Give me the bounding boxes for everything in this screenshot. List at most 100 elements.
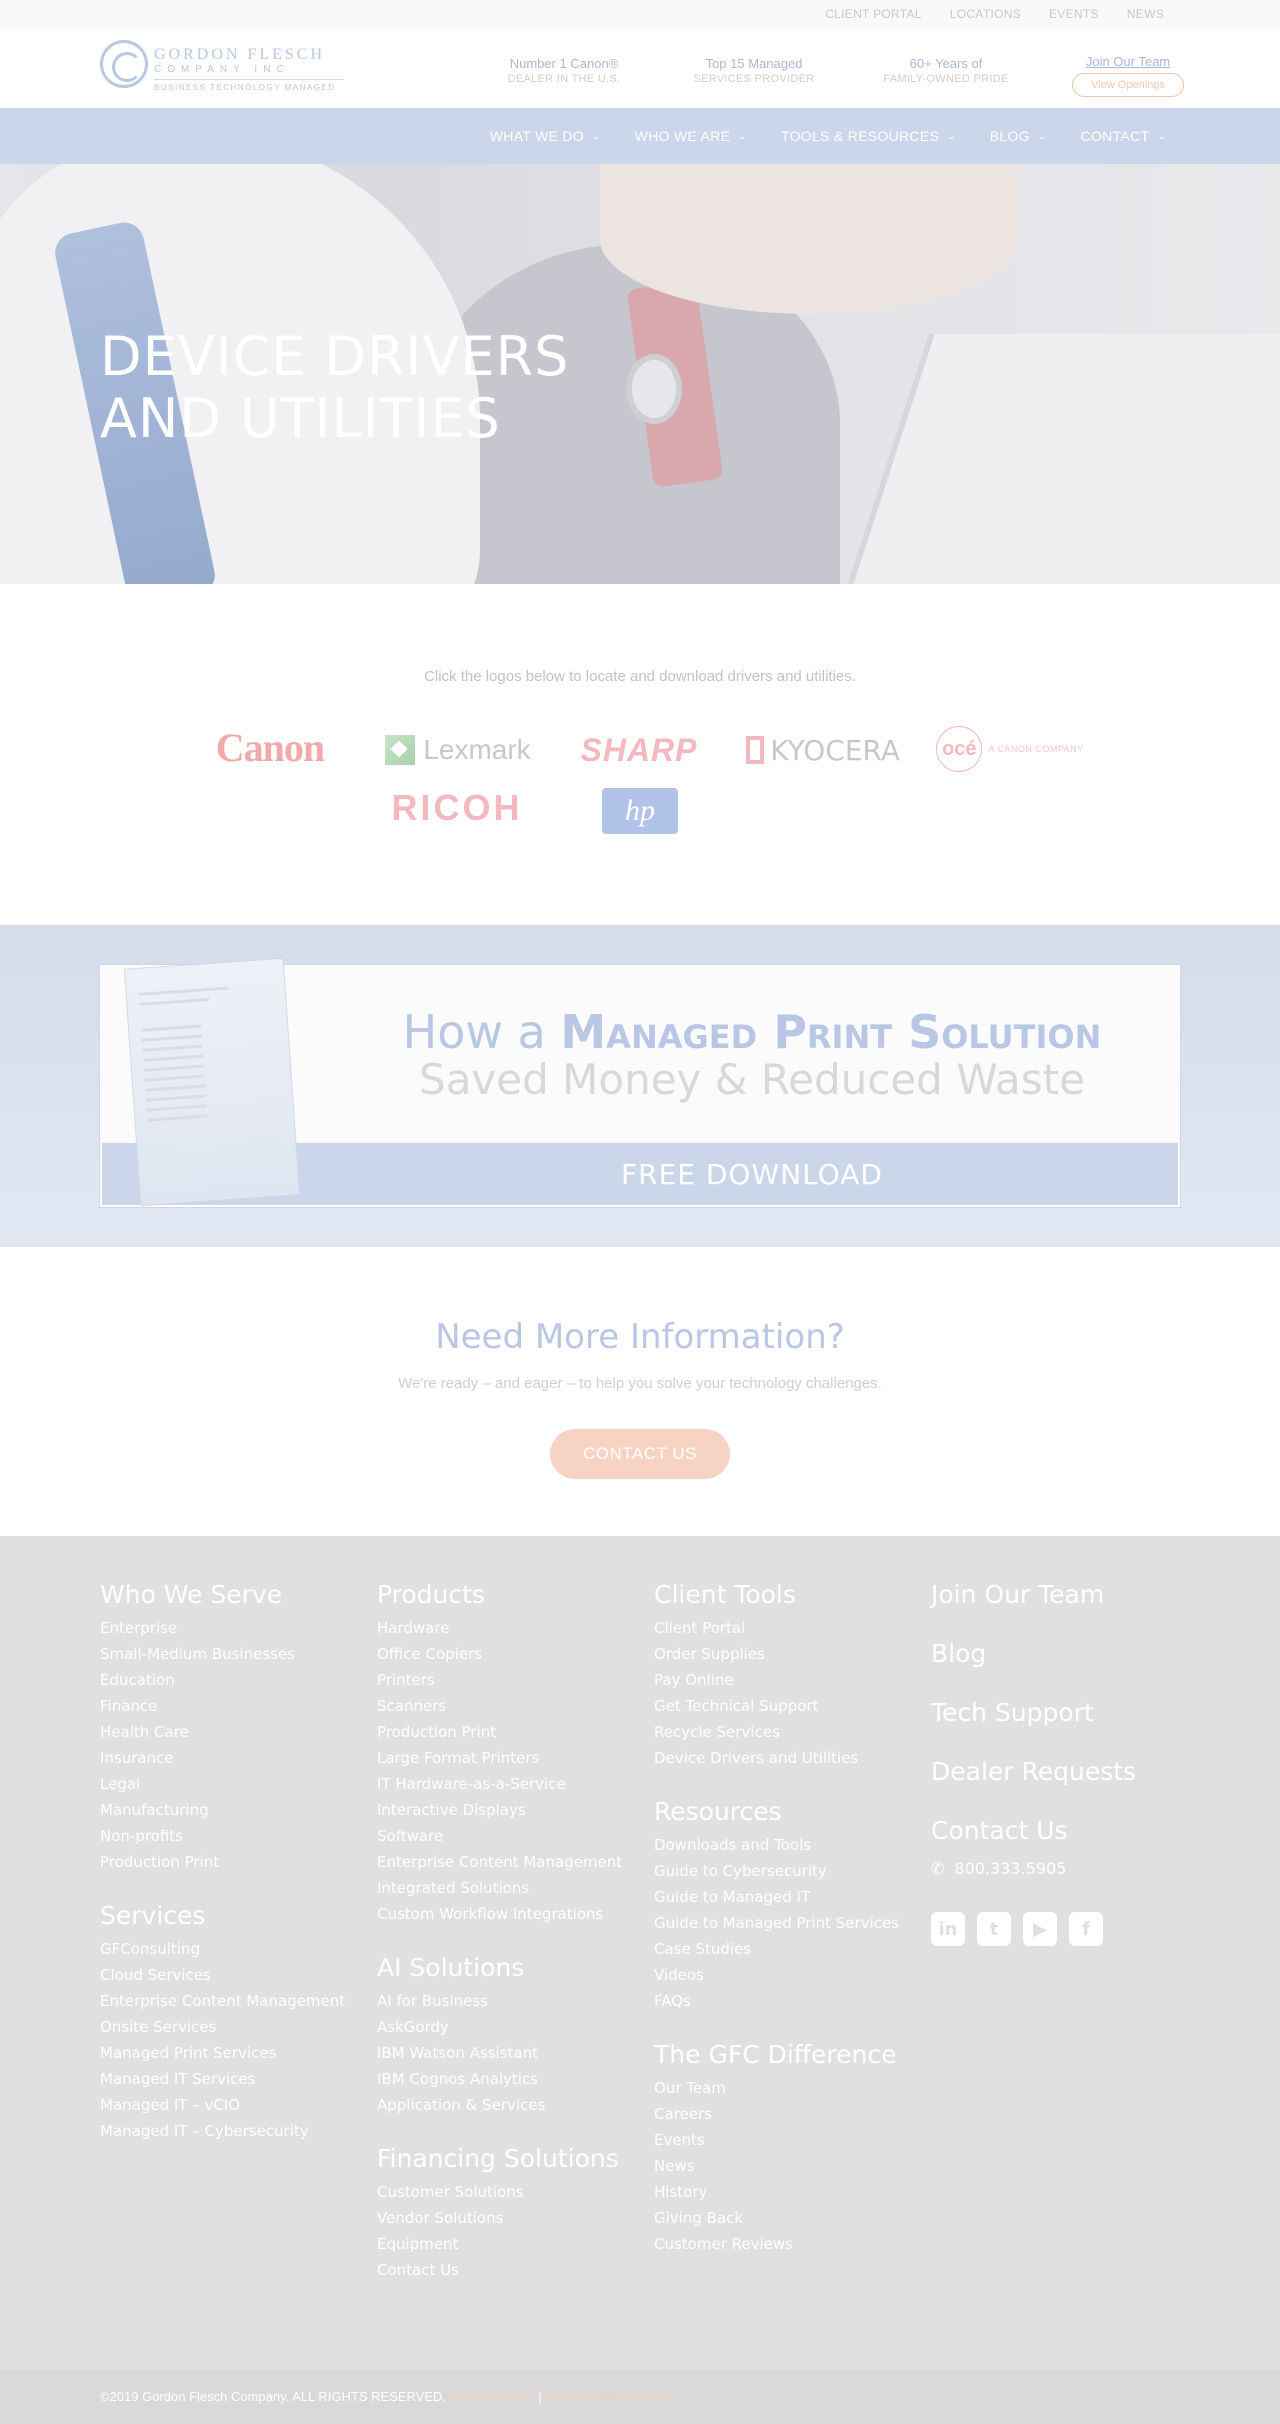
footer-link[interactable]: Managed Print Services [100, 2040, 370, 2066]
footer-link[interactable]: History [654, 2179, 924, 2205]
footer-link[interactable]: AI for Business [377, 1988, 647, 2014]
footer-link[interactable]: Small-Medium Businesses [100, 1641, 370, 1667]
view-openings-button[interactable]: View Openings [1072, 73, 1184, 97]
footer-link[interactable]: Device Drivers and Utilities [654, 1745, 924, 1771]
footer-link[interactable]: Production Print [100, 1849, 370, 1875]
footer-link[interactable]: Videos [654, 1962, 924, 1988]
utility-link-news[interactable]: NEWS [1127, 7, 1164, 21]
footer-heading-ai-solutions[interactable]: AI Solutions [377, 1953, 647, 1982]
footer-link[interactable]: Production Print [377, 1719, 647, 1745]
footer-link[interactable]: Integrated Solutions [377, 1875, 647, 1901]
footer-link[interactable]: Legal [100, 1771, 370, 1797]
nav-tools-resources[interactable]: TOOLS & RESOURCES ⌄ [781, 128, 956, 144]
footer-link[interactable]: Education [100, 1667, 370, 1693]
footer-link[interactable]: Enterprise [100, 1615, 370, 1641]
footer-link[interactable]: News [654, 2153, 924, 2179]
ricoh-logo-link[interactable]: RICOH [376, 784, 538, 832]
footer-link[interactable]: Pay Online [654, 1667, 924, 1693]
footer-link[interactable]: Finance [100, 1693, 370, 1719]
footer-link[interactable]: FAQs [654, 1988, 924, 2014]
footer-link[interactable]: Recycle Services [654, 1719, 924, 1745]
footer-link[interactable]: Application & Services [377, 2092, 647, 2118]
footer-link[interactable]: IT Hardware-as-a-Service [377, 1771, 647, 1797]
footer-heading-gfc-difference[interactable]: The GFC Difference [654, 2040, 924, 2069]
footer-link[interactable]: Office Copiers [377, 1641, 647, 1667]
footer-link[interactable]: Customer Reviews [654, 2231, 924, 2257]
linkedin-icon[interactable]: in [931, 1912, 965, 1946]
facebook-icon[interactable]: f [1069, 1912, 1103, 1946]
footer-link[interactable]: Our Team [654, 2075, 924, 2101]
footer-link[interactable]: Printers [377, 1667, 647, 1693]
footer-heading-contact-us[interactable]: Contact Us [931, 1816, 1191, 1845]
footer-link[interactable]: IBM Cognos Analytics [377, 2066, 647, 2092]
footer-link[interactable]: Guide to Cybersecurity [654, 1858, 924, 1884]
footer-link[interactable]: IBM Watson Assistant [377, 2040, 647, 2066]
footer-heading-services[interactable]: Services [100, 1901, 370, 1930]
lexmark-logo-link[interactable]: Lexmark [378, 730, 538, 770]
footer-link[interactable]: Onsite Services [100, 2014, 370, 2040]
footer-link[interactable]: Vendor Solutions [377, 2205, 647, 2231]
footer-link-join-our-team[interactable]: Join Our Team [931, 1580, 1191, 1609]
terms-link[interactable]: Terms and Conditions [545, 2389, 671, 2404]
footer-link-tech-support[interactable]: Tech Support [931, 1698, 1191, 1727]
footer-link[interactable]: Events [654, 2127, 924, 2153]
canon-logo-link[interactable]: Canon [190, 724, 350, 770]
footer-heading-products[interactable]: Products [377, 1580, 647, 1609]
contact-us-button[interactable]: CONTACT US [550, 1429, 730, 1479]
footer-link-blog[interactable]: Blog [931, 1639, 1191, 1668]
footer-link[interactable]: AskGordy [377, 2014, 647, 2040]
footer-link[interactable]: Enterprise Content Management [100, 1988, 370, 2014]
oce-logo-link[interactable]: océ A CANON COMPANY [930, 724, 1090, 774]
footer-link[interactable]: Careers [654, 2101, 924, 2127]
footer-link[interactable]: Hardware [377, 1615, 647, 1641]
utility-link-client-portal[interactable]: CLIENT PORTAL [825, 7, 922, 21]
mps-promo-card[interactable]: How a Managed Print Solution Saved Money… [100, 957, 1182, 1207]
footer-heading-financing[interactable]: Financing Solutions [377, 2144, 647, 2173]
footer-link[interactable]: Health Care [100, 1719, 370, 1745]
footer-link[interactable]: Managed IT – vCIO [100, 2092, 370, 2118]
sharp-logo-link[interactable]: SHARP [564, 730, 714, 770]
footer-link[interactable]: Guide to Managed Print Services [654, 1910, 924, 1936]
footer-link[interactable]: Non-profits [100, 1823, 370, 1849]
footer-link[interactable]: Order Supplies [654, 1641, 924, 1667]
footer-link[interactable]: Enterprise Content Management [377, 1849, 647, 1875]
footer-link[interactable]: Manufacturing [100, 1797, 370, 1823]
footer-link[interactable]: Interactive Displays [377, 1797, 647, 1823]
footer-link[interactable]: Managed IT – Cybersecurity [100, 2118, 370, 2144]
footer-link[interactable]: GFConsulting [100, 1936, 370, 1962]
footer-link[interactable]: Contact Us [377, 2257, 647, 2283]
nav-contact[interactable]: CONTACT ⌄ [1081, 128, 1166, 144]
footer-link[interactable]: Downloads and Tools [654, 1832, 924, 1858]
footer-link[interactable]: Software [377, 1823, 647, 1849]
nav-what-we-do[interactable]: WHAT WE DO ⌄ [490, 128, 601, 144]
free-download-button[interactable]: FREE DOWNLOAD [322, 1158, 1182, 1191]
footer-link[interactable]: Giving Back [654, 2205, 924, 2231]
footer-heading-client-tools[interactable]: Client Tools [654, 1580, 924, 1609]
footer-link-dealer-requests[interactable]: Dealer Requests [931, 1757, 1191, 1786]
footer-heading-who-we-serve[interactable]: Who We Serve [100, 1580, 370, 1609]
utility-link-locations[interactable]: LOCATIONS [950, 7, 1021, 21]
nav-blog[interactable]: BLOG ⌄ [990, 128, 1047, 144]
footer-link[interactable]: Client Portal [654, 1615, 924, 1641]
footer-link[interactable]: Custom Workflow Integrations [377, 1901, 647, 1927]
join-our-team-link[interactable]: Join Our Team [1072, 54, 1184, 69]
website-policy-link[interactable]: Website Policy [450, 2389, 535, 2404]
footer-link[interactable]: Equipment [377, 2231, 647, 2257]
footer-heading-resources[interactable]: Resources [654, 1797, 924, 1826]
footer-link[interactable]: Cloud Services [100, 1962, 370, 1988]
footer-phone[interactable]: ✆ 800.333.5905 [931, 1859, 1191, 1878]
kyocera-logo-link[interactable]: KYOCERA [746, 730, 900, 770]
footer-link[interactable]: Managed IT Services [100, 2066, 370, 2092]
hp-logo-link[interactable]: hp [602, 788, 678, 834]
footer-link[interactable]: Large Format Printers [377, 1745, 647, 1771]
footer-link[interactable]: Customer Solutions [377, 2179, 647, 2205]
footer-link[interactable]: Case Studies [654, 1936, 924, 1962]
company-logo[interactable]: GORDON FLESCH COMPANY INC BUSINESS TECHN… [100, 40, 360, 98]
footer-link[interactable]: Scanners [377, 1693, 647, 1719]
utility-link-events[interactable]: EVENTS [1049, 7, 1099, 21]
youtube-icon[interactable]: ▶ [1023, 1912, 1057, 1946]
footer-link[interactable]: Guide to Managed IT [654, 1884, 924, 1910]
footer-link[interactable]: Get Technical Support [654, 1693, 924, 1719]
footer-link[interactable]: Insurance [100, 1745, 370, 1771]
twitter-icon[interactable]: t [977, 1912, 1011, 1946]
